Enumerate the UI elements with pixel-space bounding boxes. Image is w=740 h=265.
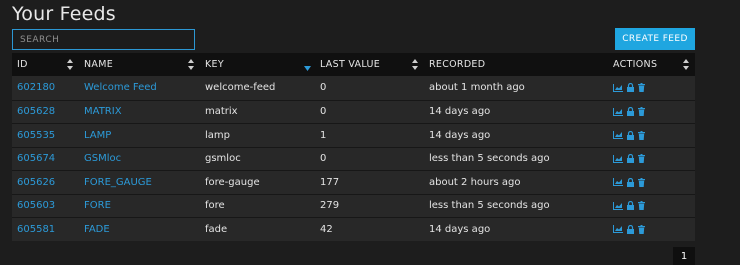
feed-recorded: about 1 month ago (429, 82, 525, 94)
feed-last-value: 0 (320, 153, 327, 165)
table-row: 605674 GSMloc gsmloc 0 less than 5 secon… (12, 146, 695, 171)
trash-icon[interactable] (638, 107, 645, 117)
row-actions (613, 83, 645, 93)
feed-recorded: 14 days ago (429, 106, 491, 118)
feed-name-link[interactable]: LAMP (84, 130, 111, 141)
trash-icon[interactable] (638, 201, 645, 211)
lock-icon[interactable] (627, 154, 634, 164)
chart-icon[interactable] (613, 107, 623, 116)
feed-id-link[interactable]: 605581 (17, 224, 55, 235)
trash-icon[interactable] (638, 224, 645, 234)
pagination-page-1[interactable]: 1 (673, 247, 695, 265)
feed-key: matrix (205, 106, 238, 118)
row-actions (613, 201, 645, 211)
table-row: 605581 FADE fade 42 14 days ago (12, 217, 695, 241)
feed-key: lamp (205, 129, 230, 141)
feed-id-link[interactable]: 605535 (17, 130, 55, 141)
table-row: 605628 MATRIX matrix 0 14 days ago (12, 99, 695, 124)
trash-icon[interactable] (638, 154, 645, 164)
feed-id-link[interactable]: 602180 (17, 82, 55, 93)
lock-icon[interactable] (627, 201, 634, 211)
feed-name-link[interactable]: Welcome Feed (84, 82, 157, 93)
feed-id-link[interactable]: 605628 (17, 106, 55, 117)
feed-key: fore-gauge (205, 176, 260, 188)
feed-recorded: 14 days ago (429, 129, 491, 141)
chart-icon[interactable] (613, 131, 623, 140)
sort-icon (188, 59, 194, 70)
feed-last-value: 0 (320, 82, 327, 94)
lock-icon[interactable] (627, 177, 634, 187)
feed-key: welcome-feed (205, 82, 276, 94)
sort-icon (683, 59, 689, 70)
feed-recorded: about 2 hours ago (429, 176, 521, 188)
row-actions (613, 177, 645, 187)
sort-desc-icon (304, 63, 311, 71)
feed-key: fade (205, 223, 228, 235)
feed-name-link[interactable]: FORE_GAUGE (84, 177, 152, 188)
sort-icon (412, 59, 418, 70)
chart-icon[interactable] (613, 225, 623, 234)
column-header-key[interactable]: KEY (200, 53, 315, 76)
table-row: 602180 Welcome Feed welcome-feed 0 about… (12, 76, 695, 100)
feed-last-value: 42 (320, 223, 333, 235)
lock-icon[interactable] (627, 107, 634, 117)
lock-icon[interactable] (627, 83, 634, 93)
trash-icon[interactable] (638, 130, 645, 140)
table-row: 605603 FORE fore 279 less than 5 seconds… (12, 193, 695, 218)
table-body: 602180 Welcome Feed welcome-feed 0 about… (12, 76, 695, 241)
feed-name-link[interactable]: GSMloc (84, 153, 121, 164)
create-feed-button[interactable]: CREATE FEED (615, 28, 695, 50)
feed-name-link[interactable]: FORE (84, 200, 111, 211)
column-header-actions[interactable]: ACTIONS (610, 53, 695, 76)
feed-id-link[interactable]: 605626 (17, 177, 55, 188)
feed-name-link[interactable]: MATRIX (84, 106, 122, 117)
trash-icon[interactable] (638, 177, 645, 187)
feed-recorded: less than 5 seconds ago (429, 200, 550, 212)
trash-icon[interactable] (638, 83, 645, 93)
row-actions (613, 130, 645, 140)
feed-last-value: 1 (320, 129, 327, 141)
feeds-table: ID NAME KEY LAST VALUE RECORDED ACTIONS … (12, 53, 695, 241)
lock-icon[interactable] (627, 224, 634, 234)
feed-last-value: 0 (320, 106, 327, 118)
row-actions (613, 107, 645, 117)
column-header-name[interactable]: NAME (79, 53, 200, 76)
feed-last-value: 177 (320, 176, 340, 188)
feed-last-value: 279 (320, 200, 340, 212)
chart-icon[interactable] (613, 201, 623, 210)
feed-name-link[interactable]: FADE (84, 224, 110, 235)
feeds-page: Your Feeds CREATE FEED ID NAME KEY (0, 0, 740, 265)
chart-icon[interactable] (613, 178, 623, 187)
sort-icon (67, 59, 73, 70)
column-header-id[interactable]: ID (12, 53, 79, 76)
feed-id-link[interactable]: 605674 (17, 153, 55, 164)
page-title: Your Feeds (12, 3, 116, 25)
table-row: 605535 LAMP lamp 1 14 days ago (12, 123, 695, 147)
row-actions (613, 154, 645, 164)
feed-id-link[interactable]: 605603 (17, 200, 55, 211)
feed-recorded: less than 5 seconds ago (429, 153, 550, 165)
search-input[interactable] (12, 29, 195, 50)
feed-key: fore (205, 200, 225, 212)
column-header-recorded[interactable]: RECORDED (424, 53, 610, 76)
lock-icon[interactable] (627, 130, 634, 140)
table-header: ID NAME KEY LAST VALUE RECORDED ACTIONS (12, 53, 695, 76)
chart-icon[interactable] (613, 154, 623, 163)
chart-icon[interactable] (613, 83, 623, 92)
feed-recorded: 14 days ago (429, 223, 491, 235)
table-row: 605626 FORE_GAUGE fore-gauge 177 about 2… (12, 170, 695, 194)
column-header-last-value[interactable]: LAST VALUE (315, 53, 424, 76)
feed-key: gsmloc (205, 153, 241, 165)
row-actions (613, 224, 645, 234)
